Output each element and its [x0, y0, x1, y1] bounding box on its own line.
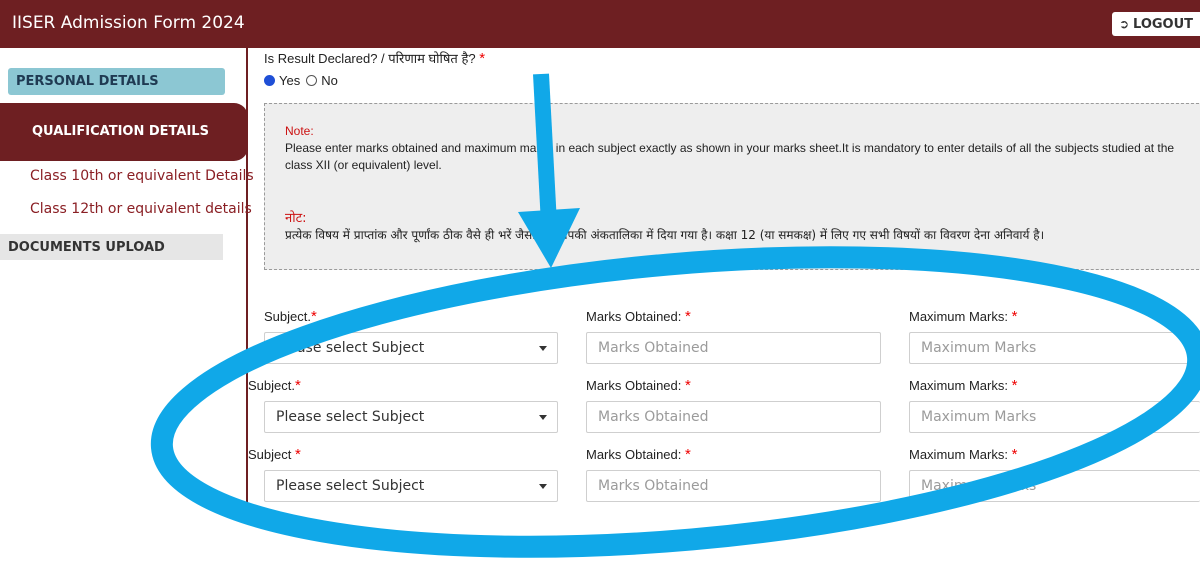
max-label-text: Maximum Marks: — [909, 378, 1008, 393]
note-box: Note: Please enter marks obtained and ma… — [264, 103, 1200, 270]
marks-label-text: Marks Obtained: — [586, 378, 682, 393]
required-mark: * — [685, 446, 691, 463]
caret-down-icon — [539, 415, 547, 420]
result-radio-group: Yes No — [264, 73, 338, 88]
caret-down-icon — [539, 484, 547, 489]
required-mark: * — [1011, 446, 1018, 463]
marks-obtained-label: Marks Obtained: * — [586, 308, 691, 325]
required-mark: * — [295, 446, 301, 463]
marks-obtained-input[interactable] — [586, 401, 881, 433]
top-bar: IISER Admission Form 2024 ➲ LOGOUT — [0, 0, 1200, 48]
subject-label-text: Subject. — [264, 309, 311, 324]
marks-label-text: Marks Obtained: — [586, 309, 682, 324]
radio-no[interactable] — [306, 75, 318, 86]
required-mark: * — [1011, 308, 1018, 325]
subject-select[interactable]: Please select Subject — [264, 470, 558, 502]
required-mark: * — [310, 308, 317, 325]
marks-obtained-input[interactable] — [586, 470, 881, 502]
sidebar-item-qualification-details[interactable]: QUALIFICATION DETAILS — [0, 103, 248, 161]
maximum-marks-input[interactable] — [909, 470, 1200, 502]
subject-label: Subject * — [248, 446, 301, 463]
maximum-marks-input[interactable] — [909, 401, 1200, 433]
note-text-hindi: प्रत्येक विषय में प्राप्तांक और पूर्णांक… — [285, 228, 1045, 242]
required-mark: * — [479, 50, 486, 67]
required-mark: * — [294, 377, 301, 394]
maximum-marks-label: Maximum Marks: * — [909, 308, 1017, 325]
subject-select-value: Please select Subject — [276, 409, 425, 425]
logout-icon: ➲ — [1118, 17, 1130, 31]
app-title: IISER Admission Form 2024 — [12, 13, 245, 33]
note-title-english: Note: — [285, 124, 314, 138]
maximum-marks-label: Maximum Marks: * — [909, 377, 1017, 394]
marks-label-text: Marks Obtained: — [586, 447, 682, 462]
subject-select-value: Please select Subject — [276, 340, 425, 356]
highlight-ellipse-annotation — [150, 246, 1200, 558]
radio-yes[interactable] — [264, 75, 275, 86]
sidebar-subitem-class-12[interactable]: Class 12th or equivalent details — [30, 201, 252, 217]
result-declared-label: Is Result Declared? / परिणाम घोषित है? * — [264, 49, 485, 67]
max-label-text: Maximum Marks: — [909, 447, 1008, 462]
logout-button[interactable]: ➲ LOGOUT — [1112, 12, 1200, 36]
max-label-text: Maximum Marks: — [909, 309, 1008, 324]
result-question-text: Is Result Declared? / परिणाम घोषित है? — [264, 51, 476, 66]
sidebar-item-documents-upload[interactable]: DOCUMENTS UPLOAD — [0, 234, 223, 260]
logout-label: LOGOUT — [1133, 16, 1194, 32]
subject-label: Subject.* — [264, 308, 317, 325]
subject-select-value: Please select Subject — [276, 478, 425, 494]
caret-down-icon — [539, 346, 547, 351]
note-title-hindi: नोट: — [285, 211, 307, 226]
subject-select[interactable]: Please select Subject — [264, 332, 558, 364]
required-mark: * — [685, 308, 691, 325]
subject-label-text: Subject — [248, 447, 292, 462]
radio-no-label[interactable]: No — [321, 73, 338, 88]
sidebar-item-personal-details[interactable]: PERSONAL DETAILS — [8, 68, 225, 95]
maximum-marks-input[interactable] — [909, 332, 1200, 364]
required-mark: * — [685, 377, 691, 394]
sidebar-subitem-class-10[interactable]: Class 10th or equivalent Details — [30, 168, 254, 184]
marks-obtained-input[interactable] — [586, 332, 881, 364]
note-text-english: Please enter marks obtained and maximum … — [285, 141, 1175, 172]
subject-label-text: Subject. — [248, 378, 295, 393]
required-mark: * — [1011, 377, 1018, 394]
maximum-marks-label: Maximum Marks: * — [909, 446, 1017, 463]
marks-obtained-label: Marks Obtained: * — [586, 446, 691, 463]
marks-obtained-label: Marks Obtained: * — [586, 377, 691, 394]
radio-yes-label[interactable]: Yes — [279, 73, 300, 88]
subject-select[interactable]: Please select Subject — [264, 401, 558, 433]
subject-label: Subject.* — [248, 377, 301, 394]
